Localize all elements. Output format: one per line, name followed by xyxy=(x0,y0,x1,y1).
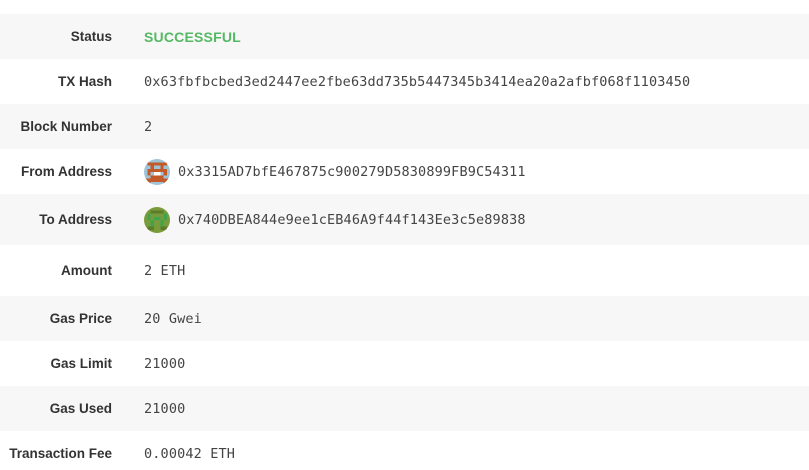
from-address-value: 0x3315AD7bfE467875c900279D5830899FB9C543… xyxy=(178,163,526,180)
to-identicon-avatar-icon xyxy=(144,206,170,233)
to-address-label: To Address xyxy=(39,212,112,227)
to-address-row: To Address 0x740DBEA844e9ee1cEB46A9f44f1… xyxy=(0,194,809,245)
tx-hash-label: TX Hash xyxy=(57,74,112,89)
gas-price-label: Gas Price xyxy=(49,311,112,326)
from-address-label: From Address xyxy=(20,164,112,179)
gas-used-label: Gas Used xyxy=(49,401,112,416)
status-label: Status xyxy=(70,29,112,44)
transaction-details-table: Status SUCCESSFUL TX Hash 0x63fbfbcbed3e… xyxy=(0,14,809,470)
amount-label: Amount xyxy=(61,263,112,278)
gas-used-row: Gas Used 21000 xyxy=(0,386,809,431)
gas-used-value: 21000 xyxy=(144,400,186,417)
tx-hash-value: 0x63fbfbcbed3ed2447ee2fbe63dd735b5447345… xyxy=(144,73,691,90)
block-number-label: Block Number xyxy=(20,119,112,134)
from-address-row: From Address 0x3315AD7bfE467875c900279D5… xyxy=(0,149,809,194)
gas-price-value: 20 Gwei xyxy=(144,310,202,327)
transaction-fee-value: 0.00042 ETH xyxy=(144,445,236,462)
gas-price-row: Gas Price 20 Gwei xyxy=(0,296,809,341)
gas-limit-label: Gas Limit xyxy=(50,356,112,371)
amount-row: Amount 2 ETH xyxy=(0,245,809,296)
amount-value: 2 ETH xyxy=(144,262,186,279)
status-badge: SUCCESSFUL xyxy=(144,28,241,45)
block-number-row: Block Number 2 xyxy=(0,104,809,149)
gas-limit-value: 21000 xyxy=(144,355,186,372)
gas-limit-row: Gas Limit 21000 xyxy=(0,341,809,386)
transaction-fee-label: Transaction Fee xyxy=(9,446,112,461)
from-identicon-avatar-icon xyxy=(144,158,170,185)
to-address-value: 0x740DBEA844e9ee1cEB46A9f44f143Ee3c5e898… xyxy=(178,211,526,228)
status-row: Status SUCCESSFUL xyxy=(0,14,809,59)
transaction-fee-row: Transaction Fee 0.00042 ETH xyxy=(0,431,809,470)
tx-hash-row: TX Hash 0x63fbfbcbed3ed2447ee2fbe63dd735… xyxy=(0,59,809,104)
block-number-value: 2 xyxy=(144,118,153,135)
